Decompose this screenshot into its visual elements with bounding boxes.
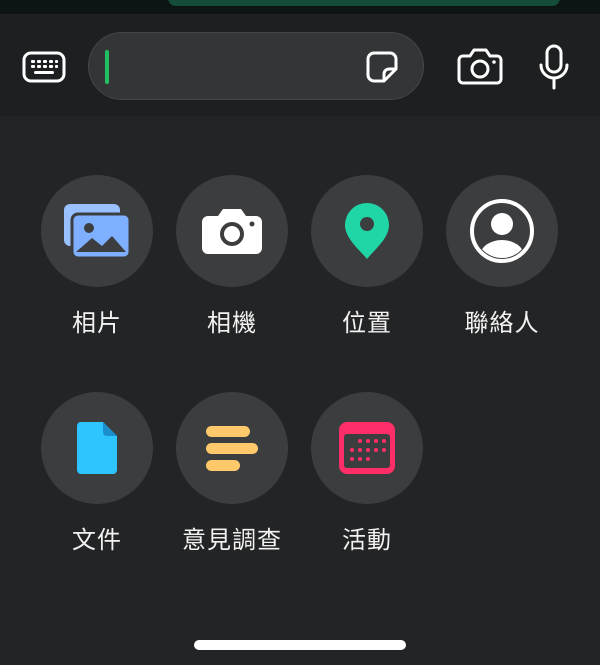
poll-icon [206, 426, 258, 471]
chat-background-strip [0, 0, 600, 14]
sticker-icon [366, 51, 398, 83]
attachment-poll[interactable]: 意見調查 [164, 392, 300, 562]
calendar-event-icon [339, 422, 395, 474]
keyboard-button[interactable] [22, 50, 66, 84]
attachment-camera-label: 相機 [207, 309, 257, 337]
message-input-bar [0, 14, 600, 116]
keyboard-icon [22, 51, 66, 83]
attachment-event-circle [311, 392, 423, 504]
photos-icon [64, 204, 132, 260]
attachment-location-circle [311, 175, 423, 287]
attachment-poll-circle [176, 392, 288, 504]
document-icon [77, 422, 117, 474]
camera-icon [457, 48, 503, 85]
attachment-location-label: 位置 [342, 309, 392, 337]
attachment-event[interactable]: 活動 [299, 392, 435, 562]
attachment-document-label: 文件 [72, 526, 122, 554]
attachment-contact[interactable]: 聯絡人 [434, 175, 570, 345]
microphone-icon [539, 44, 569, 90]
attachment-document[interactable]: 文件 [29, 392, 165, 562]
attachment-camera[interactable]: 相機 [164, 175, 300, 345]
home-indicator[interactable] [194, 640, 406, 650]
attachment-poll-label: 意見調查 [182, 526, 282, 554]
attachment-photos-circle [41, 175, 153, 287]
attachment-location[interactable]: 位置 [299, 175, 435, 345]
attachment-photos-label: 相片 [72, 309, 122, 337]
attachment-contact-circle [446, 175, 558, 287]
message-input[interactable] [89, 33, 339, 99]
attachment-photos[interactable]: 相片 [29, 175, 165, 345]
sticker-button[interactable] [365, 50, 399, 84]
attachment-event-label: 活動 [342, 526, 392, 554]
camera-icon [202, 209, 262, 254]
location-pin-icon [345, 203, 389, 259]
attachment-contact-label: 聯絡人 [464, 309, 540, 337]
attachment-camera-circle [176, 175, 288, 287]
camera-button[interactable] [456, 46, 504, 86]
attachment-document-circle [41, 392, 153, 504]
message-text-field[interactable] [88, 32, 424, 100]
contact-icon [470, 199, 534, 263]
chat-message-bubble [168, 0, 560, 6]
microphone-button[interactable] [534, 42, 574, 92]
